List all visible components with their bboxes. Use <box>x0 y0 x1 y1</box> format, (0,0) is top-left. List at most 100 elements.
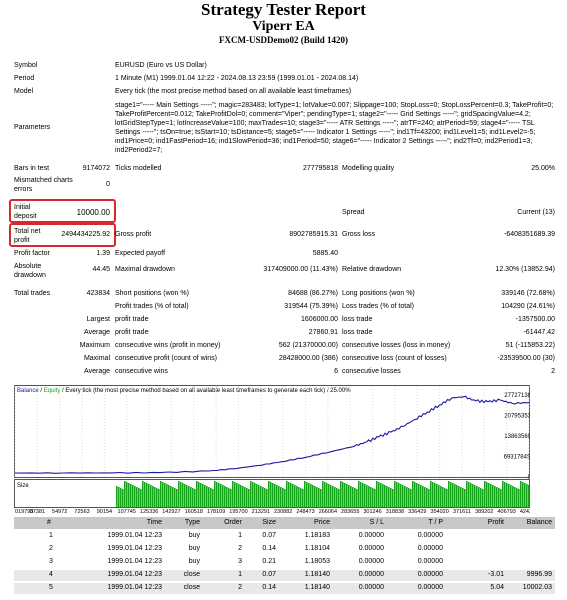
table-cell: close <box>183 584 200 591</box>
volume-bar <box>236 483 238 507</box>
volume-bar <box>338 489 340 507</box>
volume-bar <box>176 489 178 507</box>
ll-value: -1357500.00 <box>515 316 555 323</box>
volume-bar <box>474 485 476 507</box>
volume-bar <box>206 486 208 507</box>
balance-chart: Balance / Equity / Every tick (the most … <box>14 385 538 515</box>
y-tick-label: 13863569 <box>504 434 530 440</box>
volume-bar <box>302 489 304 507</box>
volume-bar <box>194 489 196 507</box>
volume-bar <box>316 487 318 507</box>
ptrades-value: 319544 (75.39%) <box>284 303 338 310</box>
chart-legend: Balance / Equity / Every tick (the most … <box>17 388 351 394</box>
volume-bar <box>294 485 296 507</box>
volume-bar <box>478 487 480 507</box>
volume-bar <box>340 481 342 507</box>
table-cell: 2 <box>238 545 242 552</box>
volume-bar <box>522 482 524 507</box>
volume-bar <box>412 481 414 507</box>
volume-bar <box>154 487 156 507</box>
table-cell: 1999.01.04 12:23 <box>107 545 163 552</box>
volume-bar <box>146 483 148 507</box>
trades-label: Total trades <box>14 290 51 297</box>
volume-bar <box>326 483 328 507</box>
volume-bar <box>230 489 232 507</box>
volume-bar <box>164 483 166 507</box>
volume-bar <box>372 488 374 507</box>
balance-chart-svg: Balance / Equity / Every tick (the most … <box>14 385 538 515</box>
volume-bar <box>304 481 306 507</box>
col-header-2: Type <box>184 519 200 526</box>
volume-bar <box>438 485 440 507</box>
reldd-value: 12.30% (13852.94) <box>495 266 555 273</box>
volume-bar <box>200 483 202 507</box>
volume-bar <box>364 484 366 507</box>
acw-label: consecutive wins <box>115 368 168 375</box>
ll-label: loss trade <box>342 316 373 323</box>
volume-bar <box>136 487 138 507</box>
mcp-value: 28428000.00 (386) <box>278 355 338 362</box>
volume-bar <box>396 482 398 507</box>
volume-bar <box>460 487 462 507</box>
lp-label: profit trade <box>115 316 149 323</box>
short-value: 84688 (86.27%) <box>288 290 338 297</box>
table-cell: 1 <box>238 571 242 578</box>
mcloss-value: -23539500.00 (30) <box>497 355 555 362</box>
volume-bar <box>424 487 426 507</box>
table-cell: 0.00000 <box>358 545 384 552</box>
volume-bar <box>358 481 360 507</box>
volume-bar <box>284 489 286 507</box>
volume-bar <box>138 488 140 507</box>
volume-bar <box>274 484 276 507</box>
table-cell: 1999.01.04 12:23 <box>107 558 163 565</box>
col-header-3: Order <box>224 519 242 526</box>
table-cell: 0.00000 <box>358 584 384 591</box>
volume-bar <box>520 481 522 507</box>
model-label: Model <box>14 88 34 95</box>
col-header-7: T / P <box>428 519 443 526</box>
ea-name: Viperr EA <box>252 19 315 34</box>
volume-bar <box>140 489 142 507</box>
volume-bar <box>452 483 454 507</box>
volume-bar <box>502 481 504 507</box>
table-cell: 1999.01.04 12:23 <box>107 571 163 578</box>
volume-bar <box>434 483 436 507</box>
largest-label: Largest <box>86 316 110 323</box>
al-value: -61447.42 <box>523 329 555 336</box>
volume-bar <box>444 488 446 507</box>
lp-value: 1606000.00 <box>301 316 338 323</box>
netprofit-value: 2494434225.92 <box>61 231 110 238</box>
parameters-label: Parameters <box>14 124 51 131</box>
volume-bar <box>322 481 324 507</box>
mcw-value: 562 (21370000.00) <box>278 342 338 349</box>
volume-bar <box>386 486 388 507</box>
volume-bar <box>384 485 386 507</box>
volume-bar <box>382 484 384 507</box>
x-tick-label: 125336 <box>140 509 158 513</box>
reldd-label: Relative drawdown <box>342 266 402 273</box>
table-cell: 1.18053 <box>304 558 330 565</box>
grossprofit-value: 8902785915.31 <box>289 231 338 238</box>
volume-bar <box>134 486 136 507</box>
legend-balance: Balance <box>17 388 39 394</box>
volume-bar <box>442 487 444 507</box>
volume-bar <box>296 486 298 507</box>
y-tick-label: 0 <box>528 475 530 481</box>
mcl-label: consecutive losses (loss in money) <box>342 342 451 349</box>
volume-bar <box>336 488 338 507</box>
volume-bar <box>192 488 194 507</box>
table-cell: 1999.01.04 12:23 <box>107 532 163 539</box>
volume-bar <box>500 489 502 507</box>
volume-bar <box>362 483 364 507</box>
volume-bar <box>308 483 310 507</box>
volume-bar <box>220 484 222 507</box>
volume-bar <box>418 484 420 507</box>
x-tick-label: 283655 <box>341 509 359 513</box>
volume-bar <box>180 482 182 507</box>
volume-bar <box>476 486 478 507</box>
volume-bar <box>448 481 450 507</box>
mcl-value: 51 (-115853.22) <box>505 342 555 349</box>
table-cell: 0.07 <box>262 571 276 578</box>
volume-bar <box>254 483 256 507</box>
acl-label: consecutive losses <box>342 368 401 375</box>
